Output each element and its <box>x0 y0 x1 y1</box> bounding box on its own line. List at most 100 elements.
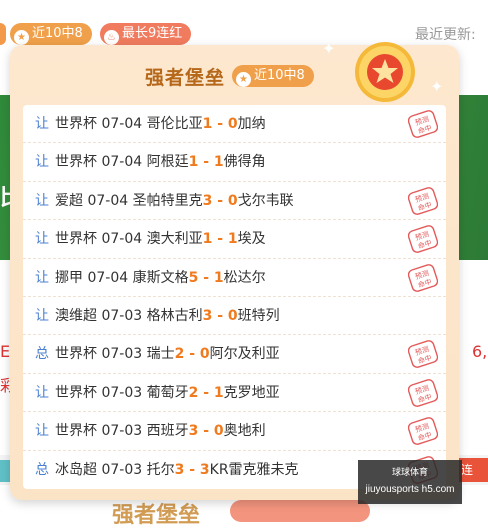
match-score: 1 - 0 <box>202 116 238 132</box>
home-team: 葡萄牙 <box>146 384 189 401</box>
medal-icon <box>355 42 415 102</box>
home-team: 圣帕特里克 <box>132 192 203 209</box>
bet-type-label: 让 <box>35 269 49 286</box>
star-icon: ★ <box>236 72 251 87</box>
home-team: 格林古利 <box>146 307 203 324</box>
league-label: 爱超 <box>55 192 83 209</box>
recent-record-pill[interactable]: ★ 近10中8 <box>10 23 92 45</box>
league-label: 冰岛超 <box>55 461 97 478</box>
home-team: 康斯文格 <box>132 269 189 286</box>
streak-label: 最长9连红 <box>122 26 183 41</box>
fortress-popup: ✦ ✦ 强者堡垒 ★ 近10中8 让世界杯 07-04 哥伦比亚1 - 0加纳 预测… <box>10 39 459 500</box>
match-row[interactable]: 让世界杯 07-03 西班牙3 - 0奥地利 预测 命中 <box>23 412 446 451</box>
match-date: 07-03 <box>101 423 143 440</box>
watermark-line2: jiuyousports h5.com <box>365 484 455 495</box>
away-team: 埃及 <box>237 231 266 248</box>
league-label: 世界杯 <box>55 116 97 132</box>
sparkle-icon: ✦ <box>430 77 444 96</box>
away-team: 奥地利 <box>223 423 266 440</box>
prediction-hit-stamp-icon: 预测命中 <box>408 110 438 138</box>
match-score: 3 - 0 <box>202 307 238 324</box>
bottom-pill <box>230 500 370 522</box>
home-team: 阿根廷 <box>146 154 189 171</box>
match-date: 07-03 <box>101 346 143 363</box>
match-row[interactable]: 让世界杯 07-04 澳大利亚1 - 1埃及 预测 命中 <box>23 220 446 259</box>
match-list: 让世界杯 07-04 哥伦比亚1 - 0加纳 预测 命中让世界杯 07-04 阿根廷… <box>23 105 446 489</box>
league-label: 澳维超 <box>55 307 97 324</box>
bet-type-label: 让 <box>35 192 49 209</box>
streak-pill[interactable]: ♨ 最长9连红 <box>100 23 192 45</box>
match-row[interactable]: 总世界杯 07-03 瑞士2 - 0阿尔及利亚 预测 命中 <box>23 335 446 374</box>
recent-record-label: 近10中8 <box>32 26 83 41</box>
prediction-hit-stamp-icon: 预测命中 <box>408 417 438 446</box>
match-row[interactable]: 让爱超 07-04 圣帕特里克3 - 0戈尔韦联 预测 命中 <box>23 182 446 221</box>
bet-type-label: 让 <box>35 231 49 248</box>
away-team: 松达尔 <box>223 269 266 286</box>
popup-badge-label: 近10中8 <box>254 68 305 83</box>
match-date: 07-04 <box>101 116 143 132</box>
home-team: 瑞士 <box>146 346 175 363</box>
match-score: 3 - 0 <box>188 423 224 440</box>
away-team: 克罗地亚 <box>223 384 280 401</box>
strip-left-tag <box>0 460 10 482</box>
match-row[interactable]: 让世界杯 07-04 哥伦比亚1 - 0加纳 预测 命中 <box>23 105 446 144</box>
match-row[interactable]: 让世界杯 07-03 葡萄牙2 - 1克罗地亚 预测 命中 <box>23 374 446 413</box>
league-label: 世界杯 <box>55 384 97 401</box>
match-row[interactable]: 让世界杯 07-04 阿根廷1 - 1佛得角 <box>23 143 446 182</box>
flame-icon: ♨ <box>104 30 119 45</box>
bet-type-label: 总 <box>35 346 49 363</box>
match-score: 1 - 1 <box>188 154 224 171</box>
away-team: 班特列 <box>237 307 280 324</box>
match-date: 07-04 <box>87 192 129 209</box>
watermark-line1: 球球体育 <box>391 468 428 478</box>
match-score: 2 - 1 <box>188 384 224 401</box>
home-team: 澳大利亚 <box>146 231 203 248</box>
match-date: 07-04 <box>87 269 129 286</box>
match-score: 3 - 3 <box>174 461 210 478</box>
match-row[interactable]: 让挪甲 07-04 康斯文格5 - 1松达尔 预测 命中 <box>23 259 446 297</box>
popup-record-badge: ★ 近10中8 <box>232 65 314 87</box>
watermark: 球球体育 jiuyousports h5.com <box>358 460 462 504</box>
match-row[interactable]: 让澳维超 07-03 格林古利3 - 0班特列 <box>23 297 446 336</box>
side-text-right: 6, <box>472 342 488 361</box>
prediction-hit-stamp-icon: 预测命中 <box>408 225 438 254</box>
league-label: 世界杯 <box>55 154 97 171</box>
cut-off-pill <box>0 23 6 45</box>
match-score: 1 - 1 <box>202 231 238 248</box>
prediction-hit-stamp-icon: 预测命中 <box>408 378 438 407</box>
match-date: 07-04 <box>101 154 143 171</box>
match-score: 5 - 1 <box>188 269 224 286</box>
league-label: 世界杯 <box>55 231 97 248</box>
sparkle-icon: ✦ <box>322 39 336 58</box>
prediction-hit-stamp-icon: 预测命中 <box>408 340 438 369</box>
league-label: 世界杯 <box>55 423 97 440</box>
star-icon: ★ <box>14 30 29 45</box>
match-score: 3 - 0 <box>202 192 238 209</box>
bet-type-label: 让 <box>35 154 49 171</box>
bet-type-label: 让 <box>35 307 49 324</box>
match-date: 07-03 <box>101 384 143 401</box>
match-date: 07-03 <box>101 307 143 324</box>
match-date: 07-04 <box>101 231 143 248</box>
away-team: 阿尔及利亚 <box>209 346 280 363</box>
bet-type-label: 总 <box>35 461 49 478</box>
prediction-hit-stamp-icon: 预测命中 <box>408 263 438 292</box>
bet-type-label: 让 <box>35 116 49 132</box>
popup-title: 强者堡垒 <box>145 67 226 89</box>
home-team: 哥伦比亚 <box>146 116 203 132</box>
league-label: 挪甲 <box>55 269 83 286</box>
match-score: 2 - 0 <box>174 346 210 363</box>
league-label: 世界杯 <box>55 346 97 363</box>
bottom-section-title: 强者堡垒 <box>112 503 201 528</box>
match-date: 07-03 <box>101 461 143 478</box>
prediction-hit-stamp-icon: 预测命中 <box>408 186 438 215</box>
away-team: 佛得角 <box>223 154 266 171</box>
bet-type-label: 让 <box>35 384 49 401</box>
home-team: 托尔 <box>146 461 175 478</box>
away-team: KR雷克雅未克 <box>209 461 299 478</box>
latest-update-label: 最近更新: <box>415 27 476 43</box>
away-team: 戈尔韦联 <box>237 192 294 209</box>
bet-type-label: 让 <box>35 423 49 440</box>
home-team: 西班牙 <box>146 423 189 440</box>
away-team: 加纳 <box>237 116 266 132</box>
